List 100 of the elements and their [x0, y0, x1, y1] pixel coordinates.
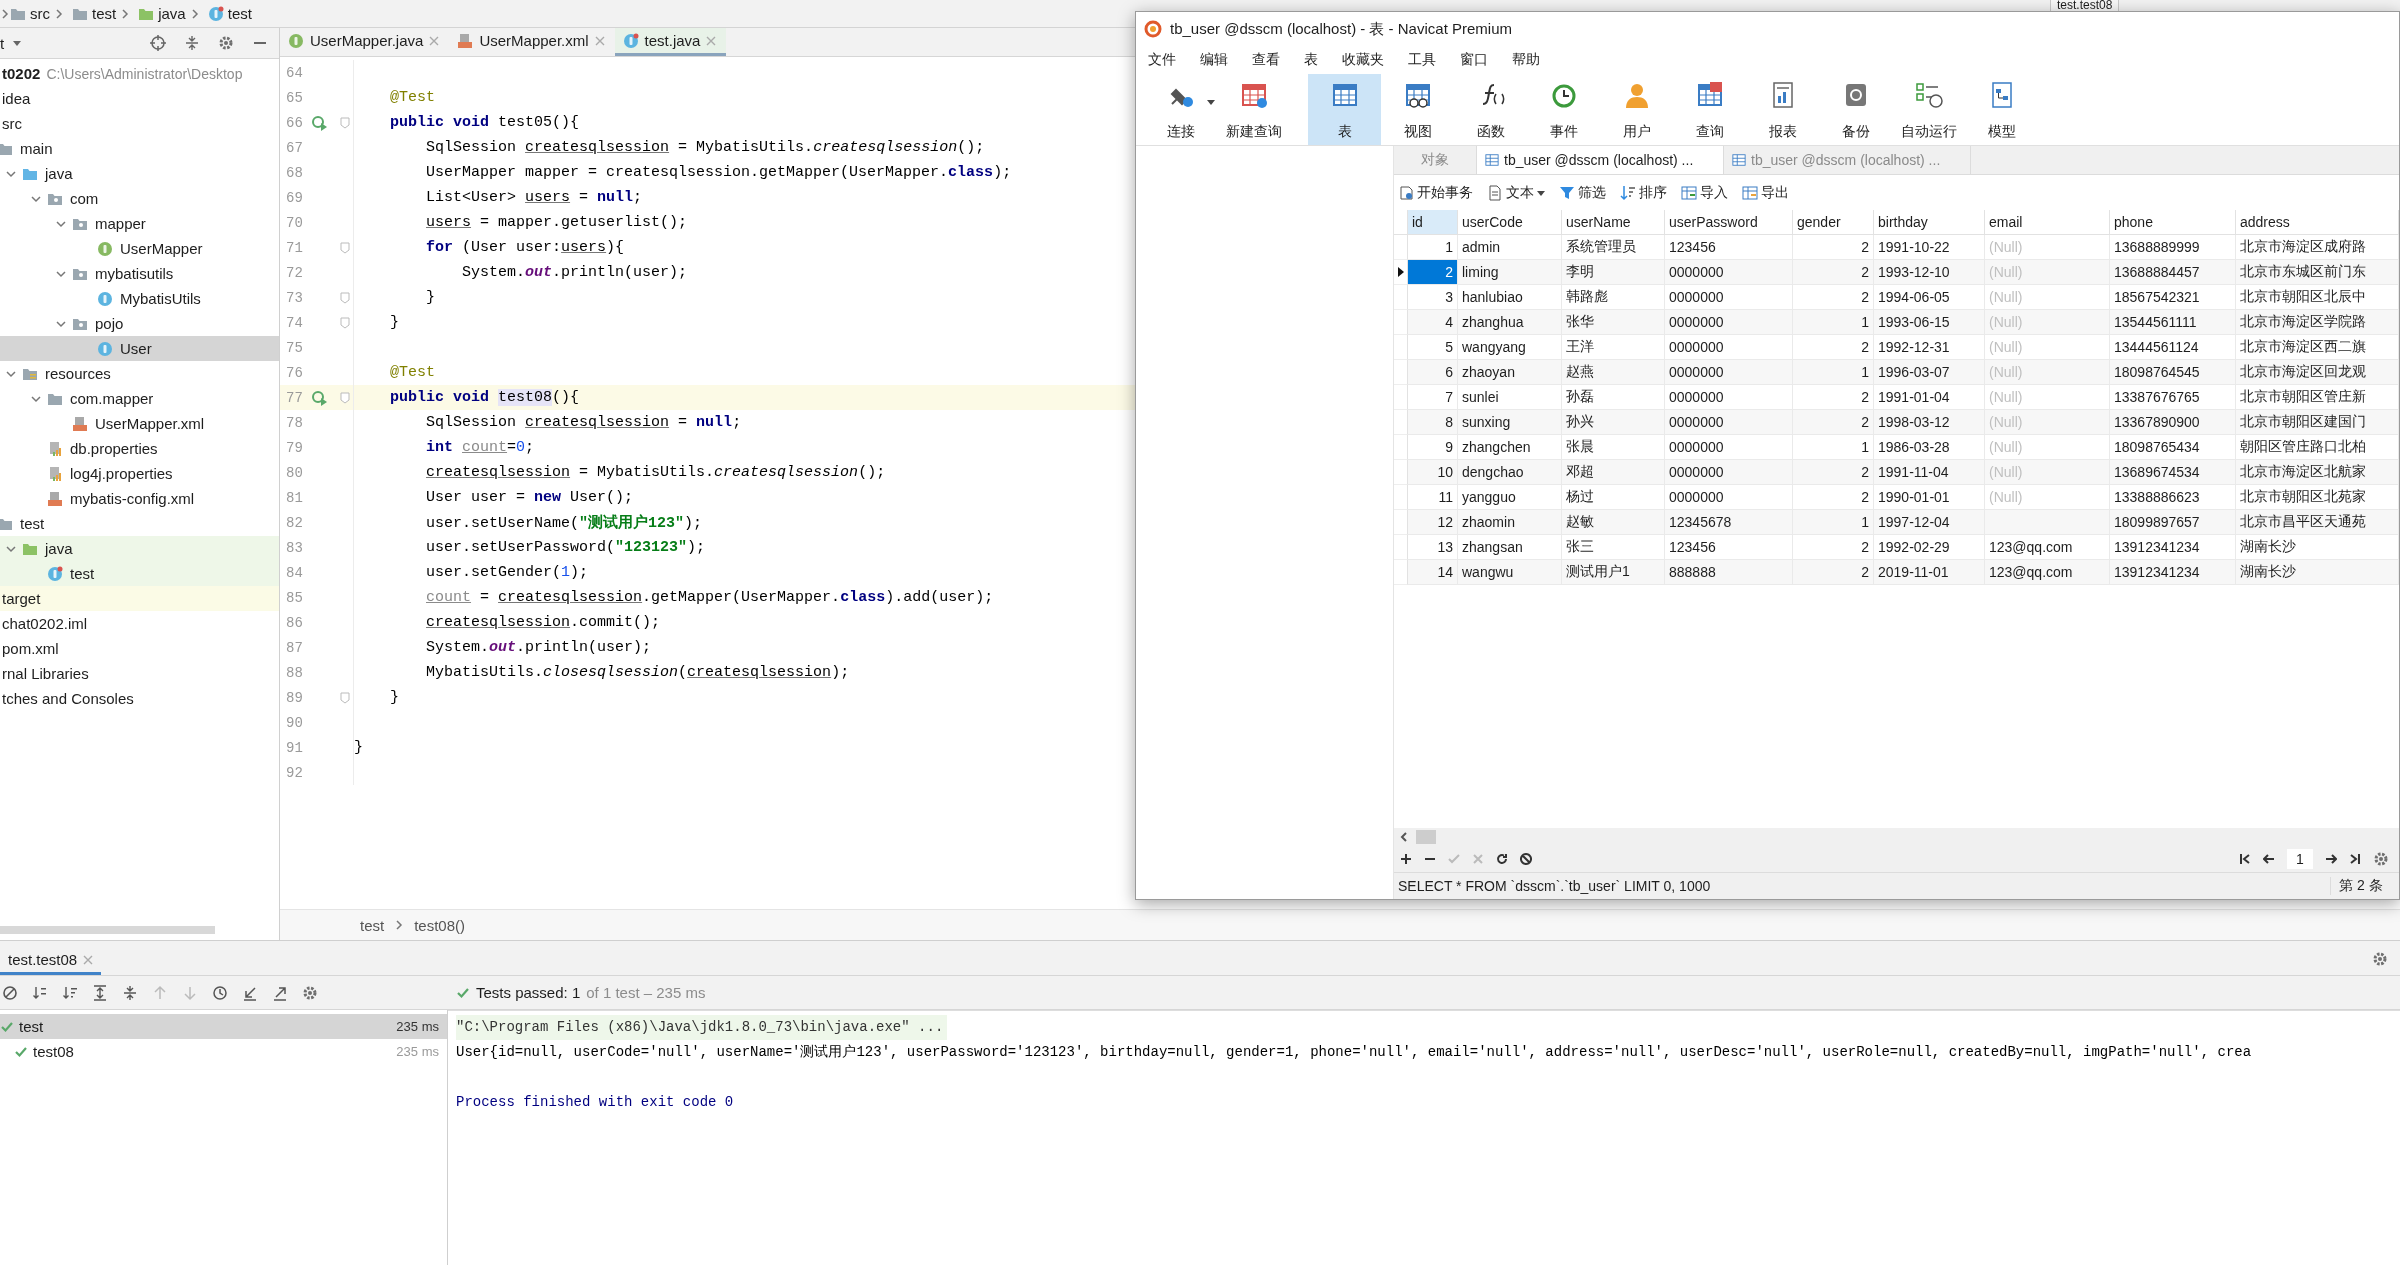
tree-item[interactable]: log4j.properties: [0, 461, 279, 486]
tree-item[interactable]: mybatisutils: [0, 261, 279, 286]
editor-tab[interactable]: UserMapper.xml: [449, 28, 615, 56]
tree-item[interactable]: UserMapper.xml: [0, 411, 279, 436]
refresh-icon[interactable]: [1496, 853, 1508, 865]
tree-item[interactable]: mybatis-config.xml: [0, 486, 279, 511]
close-icon[interactable]: [594, 35, 605, 46]
tree-item[interactable]: com: [0, 186, 279, 211]
menu-item[interactable]: 工具: [1408, 51, 1436, 69]
tree-item[interactable]: java: [0, 536, 279, 561]
toolbar-button[interactable]: 函数: [1454, 74, 1527, 145]
stop-icon[interactable]: [2, 984, 18, 1001]
tree-item[interactable]: com.mapper: [0, 386, 279, 411]
tree-item[interactable]: mapper: [0, 211, 279, 236]
tree-item[interactable]: test: [0, 561, 279, 586]
tree-item[interactable]: pom.xml: [0, 636, 279, 661]
export-icon[interactable]: [272, 984, 288, 1001]
close-icon[interactable]: [83, 954, 94, 965]
menu-item[interactable]: 文件: [1148, 51, 1176, 69]
toolbar-button[interactable]: 报表: [1746, 74, 1819, 145]
menu-item[interactable]: 窗口: [1460, 51, 1488, 69]
tree-item[interactable]: chat0202.iml: [0, 611, 279, 636]
collapse-all-icon[interactable]: [184, 35, 201, 51]
stop-icon[interactable]: [1520, 853, 1532, 865]
tree-item[interactable]: db.properties: [0, 436, 279, 461]
toolbar-button[interactable]: 连接: [1144, 74, 1217, 145]
menu-item[interactable]: 查看: [1252, 51, 1280, 69]
tree-item[interactable]: rnal Libraries: [0, 661, 279, 686]
tree-item[interactable]: java: [0, 161, 279, 186]
up-arrow-icon[interactable]: [152, 984, 168, 1001]
breadcrumb-item[interactable]: test08(): [414, 916, 466, 934]
settings-icon[interactable]: [2372, 951, 2388, 967]
fold-marker-icon[interactable]: [340, 116, 350, 129]
toolbar-button[interactable]: 备份: [1819, 74, 1892, 145]
close-icon[interactable]: [429, 35, 440, 46]
breadcrumb-item[interactable]: src: [30, 5, 50, 22]
action-button[interactable]: 导出: [1742, 183, 1789, 202]
toolbar-button[interactable]: 用户: [1600, 74, 1673, 145]
scrollbar-thumb[interactable]: [1416, 830, 1436, 844]
add-icon[interactable]: [1400, 853, 1412, 865]
tree-item[interactable]: pojo: [0, 311, 279, 336]
last-page-icon[interactable]: [2349, 853, 2361, 865]
tree-item[interactable]: test: [0, 511, 279, 536]
next-page-icon[interactable]: [2325, 853, 2337, 865]
fold-marker-icon[interactable]: [340, 391, 350, 404]
action-button[interactable]: 筛选: [1559, 183, 1606, 202]
import-icon[interactable]: [242, 984, 258, 1001]
scroll-left-icon[interactable]: [1398, 831, 1410, 843]
column-header[interactable]: birthday: [1874, 210, 1985, 235]
column-header[interactable]: phone: [2110, 210, 2236, 235]
column-header[interactable]: email: [1985, 210, 2110, 235]
tree-item[interactable]: src: [0, 111, 279, 136]
toolbar-button[interactable]: 视图: [1381, 74, 1454, 145]
column-header[interactable]: address: [2236, 210, 2399, 235]
tree-item[interactable]: UserMapper: [0, 236, 279, 261]
run-tab[interactable]: test.test08: [0, 947, 102, 975]
tree-item[interactable]: User: [0, 336, 279, 361]
sort-icon[interactable]: [32, 984, 48, 1001]
test-item[interactable]: test08 235 ms: [0, 1039, 447, 1064]
menu-item[interactable]: 帮助: [1512, 51, 1540, 69]
column-header[interactable]: gender: [1793, 210, 1874, 235]
toolbar-button[interactable]: 表: [1308, 74, 1381, 145]
object-tab[interactable]: tb_user @dsscm (localhost) ...: [1477, 146, 1724, 174]
first-page-icon[interactable]: [2239, 853, 2251, 865]
action-button[interactable]: 开始事务: [1398, 183, 1473, 202]
action-button[interactable]: 排序: [1620, 183, 1667, 202]
run-test-icon[interactable]: [312, 114, 328, 131]
fold-marker-icon[interactable]: [340, 316, 350, 329]
collapse-all-icon[interactable]: [122, 984, 138, 1001]
check-icon[interactable]: [1448, 853, 1460, 865]
breadcrumb-item[interactable]: test: [92, 5, 117, 22]
tree-item[interactable]: main: [0, 136, 279, 161]
action-button[interactable]: 文本: [1487, 183, 1545, 202]
locate-icon[interactable]: [150, 35, 167, 51]
page-number-field[interactable]: 1: [2287, 849, 2313, 869]
run-test-icon[interactable]: [312, 389, 328, 406]
editor-tab[interactable]: UserMapper.java: [280, 28, 450, 56]
toolbar-button[interactable]: 模型: [1965, 74, 2038, 145]
previous-page-icon[interactable]: [2263, 853, 2275, 865]
tree-item[interactable]: resources: [0, 361, 279, 386]
test-item[interactable]: test 235 ms: [0, 1014, 447, 1039]
menu-item[interactable]: 收藏夹: [1342, 51, 1384, 69]
breadcrumb-item[interactable]: java: [158, 5, 186, 22]
toolbar-button[interactable]: 事件: [1527, 74, 1600, 145]
settings-icon[interactable]: [302, 984, 318, 1001]
toolbar-button[interactable]: 自动运行: [1892, 74, 1965, 145]
horizontal-scrollbar[interactable]: [0, 926, 215, 934]
breadcrumb-item[interactable]: test: [227, 5, 252, 22]
fold-marker-icon[interactable]: [340, 241, 350, 254]
action-button[interactable]: 导入: [1681, 183, 1728, 202]
cancel-icon[interactable]: [1472, 853, 1484, 865]
column-header[interactable]: userCode: [1458, 210, 1562, 235]
tree-item[interactable]: t0202 C:\Users\Administrator\Desktop: [0, 61, 279, 86]
fold-marker-icon[interactable]: [340, 691, 350, 704]
sort-icon[interactable]: [62, 984, 78, 1001]
menu-item[interactable]: 表: [1304, 51, 1318, 69]
tree-item[interactable]: target: [0, 586, 279, 611]
settings-icon[interactable]: [218, 35, 235, 51]
column-header[interactable]: userName: [1562, 210, 1665, 235]
history-icon[interactable]: [212, 984, 228, 1001]
